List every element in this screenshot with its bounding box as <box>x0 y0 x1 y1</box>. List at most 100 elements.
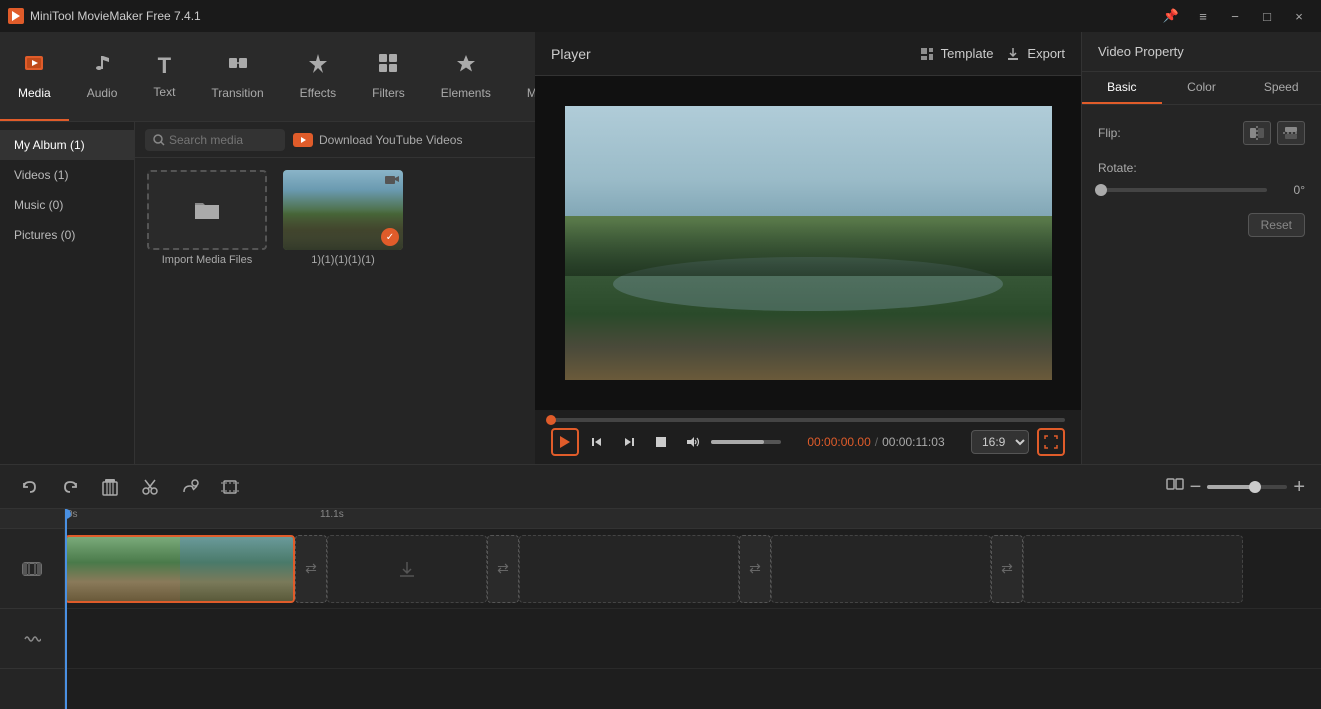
prop-tab-color[interactable]: Color <box>1162 72 1242 104</box>
prop-tab-basic[interactable]: Basic <box>1082 72 1162 104</box>
import-media-item[interactable]: Import Media Files <box>147 170 267 266</box>
search-box[interactable] <box>145 129 285 151</box>
tab-transition-label: Transition <box>211 86 263 100</box>
cut-button[interactable] <box>136 473 164 501</box>
audio-detach-button[interactable] <box>176 473 204 501</box>
player-controls: 00:00:00.00 / 00:00:11:03 16:9 9:16 4:3 … <box>535 410 1081 464</box>
minimize-button[interactable]: − <box>1221 6 1249 26</box>
delete-button[interactable] <box>96 473 124 501</box>
progress-bar[interactable] <box>551 418 1065 422</box>
tab-transition[interactable]: Transition <box>193 32 281 121</box>
flip-controls <box>1243 121 1305 145</box>
split-view-icon[interactable] <box>1166 475 1184 498</box>
sidebar-item-videos[interactable]: Videos (1) <box>0 160 134 190</box>
video-display <box>565 106 1052 380</box>
reset-button[interactable]: Reset <box>1248 213 1305 237</box>
properties-title: Video Property <box>1098 44 1184 59</box>
zoom-out-icon[interactable]: − <box>1190 477 1202 497</box>
search-icon <box>153 134 165 146</box>
properties-header: Video Property <box>1082 32 1321 72</box>
video-thumb[interactable]: ✓ <box>283 170 403 250</box>
titlebar: MiniTool MovieMaker Free 7.4.1 📌 ≡ − □ × <box>0 0 1321 32</box>
progress-dot <box>546 415 556 425</box>
timeline-content[interactable]: 0s 11.1s ⇄ <box>65 509 1321 709</box>
transition-block-1[interactable]: ⇄ <box>295 535 327 603</box>
maximize-button[interactable]: □ <box>1253 6 1281 26</box>
export-icon <box>1005 46 1021 62</box>
top-section: Media Audio T Text <box>0 32 1321 464</box>
video-clip[interactable] <box>65 535 295 603</box>
ruler-label-area <box>0 509 64 529</box>
volume-button[interactable] <box>679 428 707 456</box>
volume-fill <box>711 440 764 444</box>
timeline-cursor <box>65 509 67 709</box>
empty-clip-1 <box>327 535 487 603</box>
video-label: 1)(1)(1)(1)(1) <box>311 254 375 266</box>
app-icon <box>8 8 24 24</box>
audio-track <box>65 609 1321 669</box>
crop-button[interactable] <box>216 473 244 501</box>
sidebar-item-my-album[interactable]: My Album (1) <box>0 130 134 160</box>
pin-button[interactable]: 📌 <box>1157 6 1185 26</box>
sidebar: My Album (1) Videos (1) Music (0) Pictur… <box>0 122 135 464</box>
aspect-ratio-select[interactable]: 16:9 9:16 4:3 1:1 <box>971 430 1029 454</box>
search-input[interactable] <box>169 133 269 147</box>
timeline-toolbar: − + <box>0 465 1321 509</box>
play-button[interactable] <box>551 428 579 456</box>
rotate-label: Rotate: <box>1098 161 1137 175</box>
flip-vertical-button[interactable] <box>1277 121 1305 145</box>
sidebar-item-music[interactable]: Music (0) <box>0 190 134 220</box>
transition-block-3[interactable]: ⇄ <box>739 535 771 603</box>
menu-button[interactable]: ≡ <box>1189 6 1217 26</box>
template-button[interactable]: Template <box>919 46 994 62</box>
tab-effects[interactable]: Effects <box>282 32 354 121</box>
transition-block-2[interactable]: ⇄ <box>487 535 519 603</box>
zoom-fill <box>1207 485 1255 489</box>
tab-effects-label: Effects <box>300 86 336 100</box>
flip-label: Flip: <box>1098 126 1121 140</box>
zoom-controls: − + <box>1166 475 1305 498</box>
flip-horizontal-button[interactable] <box>1243 121 1271 145</box>
sidebar-item-pictures[interactable]: Pictures (0) <box>0 220 134 250</box>
rotate-value: 0° <box>1275 183 1305 197</box>
timeline: 0s 11.1s ⇄ <box>0 509 1321 709</box>
player-header-right: Template Export <box>919 46 1065 62</box>
timeline-track-icons <box>0 509 65 709</box>
prev-frame-button[interactable] <box>583 428 611 456</box>
download-label: Download YouTube Videos <box>319 133 462 147</box>
zoom-slider[interactable] <box>1207 485 1287 489</box>
zoom-in-icon[interactable]: + <box>1293 477 1305 497</box>
template-icon <box>919 46 935 62</box>
audio-icon <box>91 52 113 80</box>
volume-slider[interactable] <box>711 440 781 444</box>
titlebar-controls: 📌 ≡ − □ × <box>1157 6 1313 26</box>
video-track-icon <box>0 529 64 609</box>
timeline-section: − + <box>0 464 1321 709</box>
tab-audio-label: Audio <box>87 86 118 100</box>
export-button[interactable]: Export <box>1005 46 1065 62</box>
tab-elements[interactable]: Elements <box>423 32 509 121</box>
video-media-item[interactable]: ✓ 1)(1)(1)(1)(1) <box>283 170 403 266</box>
transition-block-4[interactable]: ⇄ <box>991 535 1023 603</box>
nav-tabs: Media Audio T Text <box>0 32 535 122</box>
download-youtube-button[interactable]: Download YouTube Videos <box>293 133 462 147</box>
tab-audio[interactable]: Audio <box>69 32 136 121</box>
export-label: Export <box>1027 46 1065 61</box>
import-thumb[interactable] <box>147 170 267 250</box>
stop-button[interactable] <box>647 428 675 456</box>
next-frame-button[interactable] <box>615 428 643 456</box>
tab-media[interactable]: Media <box>0 32 69 121</box>
rotate-slider[interactable] <box>1098 188 1267 192</box>
close-button[interactable]: × <box>1285 6 1313 26</box>
media-panel: My Album (1) Videos (1) Music (0) Pictur… <box>0 122 535 464</box>
redo-button[interactable] <box>56 473 84 501</box>
undo-button[interactable] <box>16 473 44 501</box>
fullscreen-button[interactable] <box>1037 428 1065 456</box>
titlebar-left: MiniTool MovieMaker Free 7.4.1 <box>8 8 201 24</box>
prop-tab-speed[interactable]: Speed <box>1241 72 1321 104</box>
tab-filters-label: Filters <box>372 86 405 100</box>
tab-filters[interactable]: Filters <box>354 32 423 121</box>
empty-clip-4 <box>1023 535 1243 603</box>
tab-text[interactable]: T Text <box>135 32 193 121</box>
video-track: ⇄ ⇄ ⇄ ⇄ <box>65 529 1321 609</box>
